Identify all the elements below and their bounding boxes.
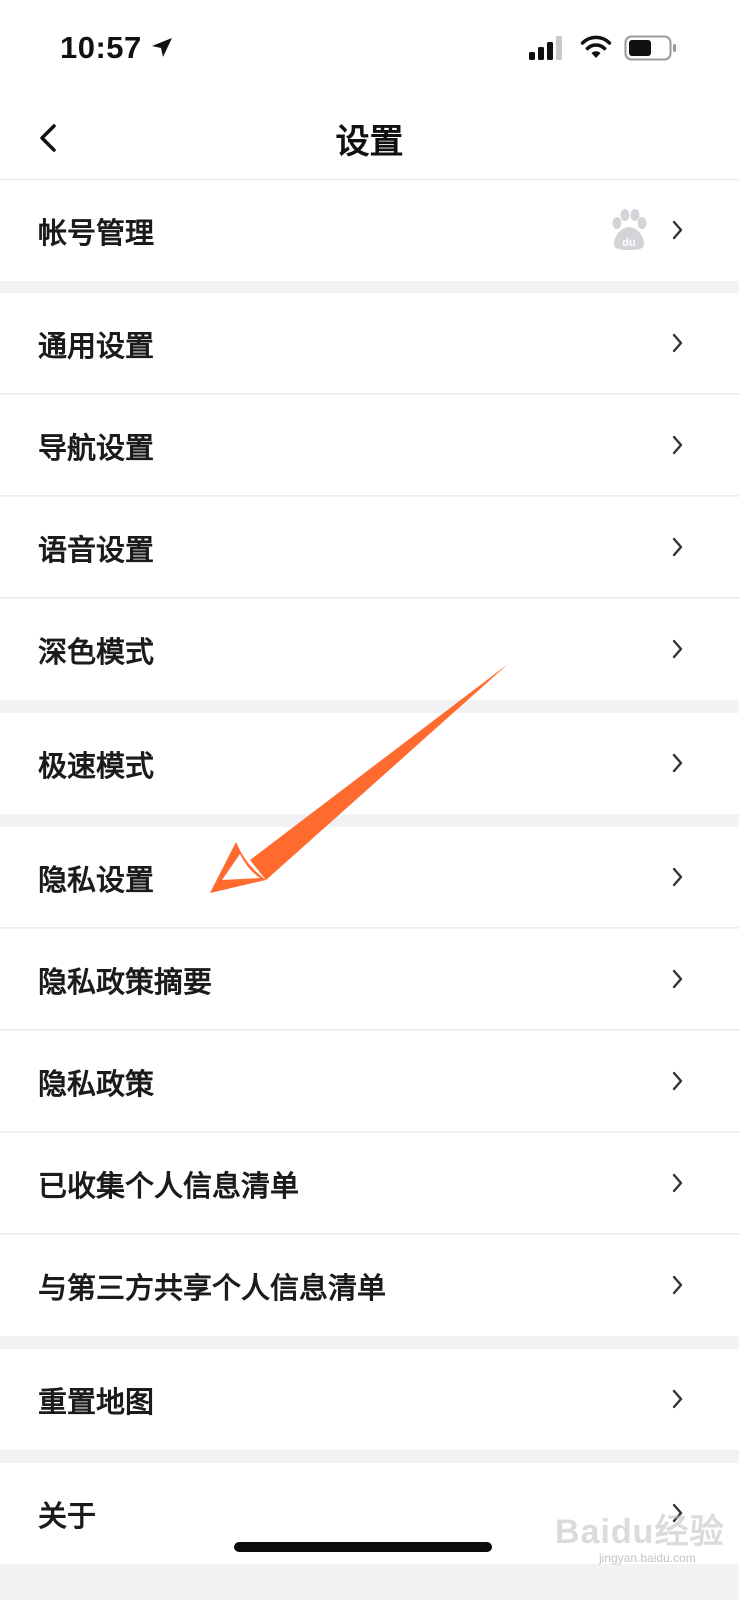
wifi-icon [580,35,612,58]
chevron-right-icon [672,753,683,773]
settings-item-privacy[interactable]: 隐私设置 [0,827,739,928]
divider [0,927,739,928]
settings-item-general[interactable]: 通用设置 [0,293,739,394]
status-time: 10:57 [60,30,142,65]
settings-item-label: 导航设置 [38,431,155,465]
settings-item-label: 与第三方共享个人信息清单 [38,1271,387,1305]
settings-item-label: 已收集个人信息清单 [38,1169,300,1203]
home-indicator[interactable] [234,1542,492,1552]
chevron-right-icon [672,435,683,455]
chevron-right-icon [672,537,683,557]
settings-item-label: 帐号管理 [38,216,155,250]
divider [0,597,739,598]
settings-item-label: 隐私设置 [38,863,155,897]
settings-item-speed-mode[interactable]: 极速模式 [0,713,739,814]
settings-item-label: 语音设置 [38,533,155,567]
chevron-right-icon [672,1389,683,1409]
settings-item-reset-map[interactable]: 重置地图 [0,1349,739,1450]
settings-item-label: 重置地图 [38,1385,155,1419]
chevron-right-icon [672,867,683,887]
settings-item-label: 通用设置 [38,329,155,363]
settings-item-navigation[interactable]: 导航设置 [0,395,739,496]
divider [0,1233,739,1234]
settings-item-privacy-summary[interactable]: 隐私政策摘要 [0,929,739,1030]
settings-item-label: 深色模式 [38,635,155,669]
settings-item-dark-mode[interactable]: 深色模式 [0,599,739,700]
chevron-right-icon [672,1071,683,1091]
settings-item-label: 隐私政策 [38,1067,155,1101]
settings-item-label: 关于 [38,1499,97,1533]
settings-item-collected-info[interactable]: 已收集个人信息清单 [0,1133,739,1234]
baidu-watermark: Baidu经验 jingyan.baidu.com [555,1488,735,1578]
settings-item-voice[interactable]: 语音设置 [0,497,739,598]
divider [0,393,739,394]
settings-item-label: 极速模式 [38,749,155,783]
chevron-right-icon [672,333,683,353]
location-arrow-icon [152,38,172,57]
cellular-signal-icon [529,36,562,60]
settings-item-label: 隐私政策摘要 [38,965,213,999]
chevron-right-icon [672,639,683,659]
battery-icon [624,35,676,61]
page-title: 设置 [335,122,404,162]
settings-item-account[interactable]: 帐号管理 du [0,180,739,281]
chevron-right-icon [672,1173,683,1193]
chevron-right-icon [672,969,683,989]
baidu-paw-icon: du [612,209,647,250]
watermark-text: Baidu经验 [555,1513,725,1551]
divider [0,1131,739,1132]
watermark-subtext: jingyan.baidu.com [599,1551,696,1565]
divider [0,1029,739,1030]
status-bar: 10:57 [0,0,739,100]
svg-text:du: du [622,237,635,249]
chevron-right-icon [672,220,683,240]
settings-item-third-party-sharing[interactable]: 与第三方共享个人信息清单 [0,1235,739,1336]
chevron-right-icon [672,1275,683,1295]
settings-item-privacy-policy[interactable]: 隐私政策 [0,1031,739,1132]
navigation-bar: 设置 [0,100,739,180]
divider [0,495,739,496]
